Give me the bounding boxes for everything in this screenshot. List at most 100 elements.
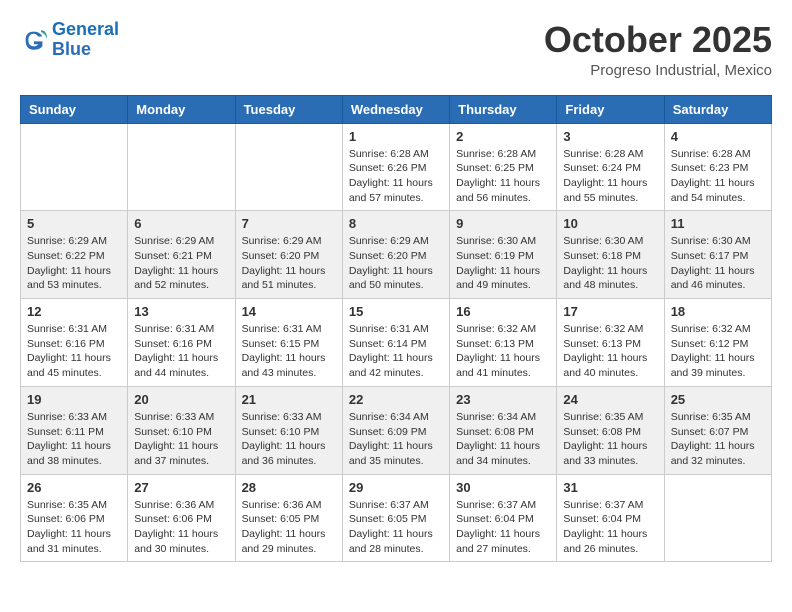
calendar-week-row: 1Sunrise: 6:28 AMSunset: 6:26 PMDaylight… xyxy=(21,123,772,211)
calendar-cell: 19 Sunrise: 6:33 AMSunset: 6:11 PMDayligh… xyxy=(21,386,128,474)
day-number: 26 xyxy=(27,480,121,495)
day-number: 25 xyxy=(671,392,765,407)
calendar-cell: 28 Sunrise: 6:36 AMSunset: 6:05 PMDayligh… xyxy=(235,474,342,562)
weekday-header-saturday: Saturday xyxy=(664,95,771,123)
day-number: 23 xyxy=(456,392,550,407)
day-info: Sunrise: 6:32 AMSunset: 6:13 PMDaylight:… xyxy=(563,322,657,381)
calendar-cell: 16 Sunrise: 6:32 AMSunset: 6:13 PMDayligh… xyxy=(450,299,557,387)
day-number: 1 xyxy=(349,129,443,144)
day-number: 9 xyxy=(456,216,550,231)
calendar-cell: 27 Sunrise: 6:36 AMSunset: 6:06 PMDayligh… xyxy=(128,474,235,562)
day-info: Sunrise: 6:28 AMSunset: 6:23 PMDaylight:… xyxy=(671,147,765,206)
day-number: 11 xyxy=(671,216,765,231)
location-subtitle: Progreso Industrial, Mexico xyxy=(544,62,772,79)
day-number: 27 xyxy=(134,480,228,495)
day-info: Sunrise: 6:37 AMSunset: 6:04 PMDaylight:… xyxy=(563,498,657,557)
calendar-cell: 12 Sunrise: 6:31 AMSunset: 6:16 PMDayligh… xyxy=(21,299,128,387)
day-info: Sunrise: 6:29 AMSunset: 6:22 PMDaylight:… xyxy=(27,234,121,293)
calendar-week-row: 12 Sunrise: 6:31 AMSunset: 6:16 PMDayligh… xyxy=(21,299,772,387)
day-info: Sunrise: 6:30 AMSunset: 6:19 PMDaylight:… xyxy=(456,234,550,293)
calendar-cell: 11 Sunrise: 6:30 AMSunset: 6:17 PMDayligh… xyxy=(664,211,771,299)
calendar-week-row: 26 Sunrise: 6:35 AMSunset: 6:06 PMDayligh… xyxy=(21,474,772,562)
logo-icon xyxy=(20,26,48,54)
day-info: Sunrise: 6:28 AMSunset: 6:24 PMDaylight:… xyxy=(563,147,657,206)
day-info: Sunrise: 6:36 AMSunset: 6:06 PMDaylight:… xyxy=(134,498,228,557)
day-number: 30 xyxy=(456,480,550,495)
logo: General Blue xyxy=(20,20,119,60)
day-number: 2 xyxy=(456,129,550,144)
day-info: Sunrise: 6:29 AMSunset: 6:21 PMDaylight:… xyxy=(134,234,228,293)
calendar-cell: 6 Sunrise: 6:29 AMSunset: 6:21 PMDaylight… xyxy=(128,211,235,299)
weekday-header-tuesday: Tuesday xyxy=(235,95,342,123)
day-number: 31 xyxy=(563,480,657,495)
day-info: Sunrise: 6:33 AMSunset: 6:11 PMDaylight:… xyxy=(27,410,121,469)
day-info: Sunrise: 6:35 AMSunset: 6:08 PMDaylight:… xyxy=(563,410,657,469)
day-info: Sunrise: 6:36 AMSunset: 6:05 PMDaylight:… xyxy=(242,498,336,557)
calendar-cell: 25Sunrise: 6:35 AMSunset: 6:07 PMDayligh… xyxy=(664,386,771,474)
calendar-cell xyxy=(21,123,128,211)
day-info: Sunrise: 6:29 AMSunset: 6:20 PMDaylight:… xyxy=(242,234,336,293)
day-info: Sunrise: 6:35 AMSunset: 6:06 PMDaylight:… xyxy=(27,498,121,557)
calendar-cell xyxy=(664,474,771,562)
weekday-header-wednesday: Wednesday xyxy=(342,95,449,123)
day-info: Sunrise: 6:37 AMSunset: 6:04 PMDaylight:… xyxy=(456,498,550,557)
day-number: 5 xyxy=(27,216,121,231)
day-info: Sunrise: 6:37 AMSunset: 6:05 PMDaylight:… xyxy=(349,498,443,557)
day-number: 4 xyxy=(671,129,765,144)
day-info: Sunrise: 6:30 AMSunset: 6:18 PMDaylight:… xyxy=(563,234,657,293)
calendar-cell: 1Sunrise: 6:28 AMSunset: 6:26 PMDaylight… xyxy=(342,123,449,211)
calendar-cell: 8 Sunrise: 6:29 AMSunset: 6:20 PMDaylight… xyxy=(342,211,449,299)
calendar-cell: 15 Sunrise: 6:31 AMSunset: 6:14 PMDayligh… xyxy=(342,299,449,387)
weekday-header-friday: Friday xyxy=(557,95,664,123)
day-number: 16 xyxy=(456,304,550,319)
calendar-cell: 30 Sunrise: 6:37 AMSunset: 6:04 PMDayligh… xyxy=(450,474,557,562)
calendar-cell: 24Sunrise: 6:35 AMSunset: 6:08 PMDayligh… xyxy=(557,386,664,474)
calendar-cell: 4 Sunrise: 6:28 AMSunset: 6:23 PMDaylight… xyxy=(664,123,771,211)
day-number: 3 xyxy=(563,129,657,144)
day-number: 8 xyxy=(349,216,443,231)
calendar-cell: 9 Sunrise: 6:30 AMSunset: 6:19 PMDaylight… xyxy=(450,211,557,299)
day-number: 10 xyxy=(563,216,657,231)
day-number: 19 xyxy=(27,392,121,407)
day-info: Sunrise: 6:31 AMSunset: 6:16 PMDaylight:… xyxy=(27,322,121,381)
day-number: 7 xyxy=(242,216,336,231)
day-number: 21 xyxy=(242,392,336,407)
day-info: Sunrise: 6:33 AMSunset: 6:10 PMDaylight:… xyxy=(134,410,228,469)
day-number: 28 xyxy=(242,480,336,495)
day-info: Sunrise: 6:28 AMSunset: 6:25 PMDaylight:… xyxy=(456,147,550,206)
calendar-cell xyxy=(235,123,342,211)
day-info: Sunrise: 6:34 AMSunset: 6:08 PMDaylight:… xyxy=(456,410,550,469)
calendar-cell: 26 Sunrise: 6:35 AMSunset: 6:06 PMDayligh… xyxy=(21,474,128,562)
day-info: Sunrise: 6:29 AMSunset: 6:20 PMDaylight:… xyxy=(349,234,443,293)
day-info: Sunrise: 6:31 AMSunset: 6:14 PMDaylight:… xyxy=(349,322,443,381)
day-info: Sunrise: 6:31 AMSunset: 6:16 PMDaylight:… xyxy=(134,322,228,381)
page-header: General Blue October 2025 Progreso Indus… xyxy=(20,20,772,79)
day-number: 12 xyxy=(27,304,121,319)
day-info: Sunrise: 6:32 AMSunset: 6:13 PMDaylight:… xyxy=(456,322,550,381)
calendar-cell: 18Sunrise: 6:32 AMSunset: 6:12 PMDayligh… xyxy=(664,299,771,387)
title-block: October 2025 Progreso Industrial, Mexico xyxy=(544,20,772,79)
day-info: Sunrise: 6:33 AMSunset: 6:10 PMDaylight:… xyxy=(242,410,336,469)
day-number: 29 xyxy=(349,480,443,495)
weekday-header-row: SundayMondayTuesdayWednesdayThursdayFrid… xyxy=(21,95,772,123)
calendar-cell: 22 Sunrise: 6:34 AMSunset: 6:09 PMDayligh… xyxy=(342,386,449,474)
calendar-table: SundayMondayTuesdayWednesdayThursdayFrid… xyxy=(20,95,772,563)
weekday-header-thursday: Thursday xyxy=(450,95,557,123)
day-info: Sunrise: 6:31 AMSunset: 6:15 PMDaylight:… xyxy=(242,322,336,381)
calendar-week-row: 5 Sunrise: 6:29 AMSunset: 6:22 PMDaylight… xyxy=(21,211,772,299)
calendar-cell: 29 Sunrise: 6:37 AMSunset: 6:05 PMDayligh… xyxy=(342,474,449,562)
day-number: 17 xyxy=(563,304,657,319)
calendar-cell: 5 Sunrise: 6:29 AMSunset: 6:22 PMDaylight… xyxy=(21,211,128,299)
day-number: 20 xyxy=(134,392,228,407)
weekday-header-sunday: Sunday xyxy=(21,95,128,123)
day-number: 22 xyxy=(349,392,443,407)
calendar-cell: 2 Sunrise: 6:28 AMSunset: 6:25 PMDaylight… xyxy=(450,123,557,211)
calendar-cell: 31 Sunrise: 6:37 AMSunset: 6:04 PMDayligh… xyxy=(557,474,664,562)
day-number: 15 xyxy=(349,304,443,319)
day-number: 6 xyxy=(134,216,228,231)
calendar-cell: 14Sunrise: 6:31 AMSunset: 6:15 PMDayligh… xyxy=(235,299,342,387)
day-info: Sunrise: 6:34 AMSunset: 6:09 PMDaylight:… xyxy=(349,410,443,469)
day-info: Sunrise: 6:30 AMSunset: 6:17 PMDaylight:… xyxy=(671,234,765,293)
calendar-cell xyxy=(128,123,235,211)
calendar-cell: 3 Sunrise: 6:28 AMSunset: 6:24 PMDaylight… xyxy=(557,123,664,211)
